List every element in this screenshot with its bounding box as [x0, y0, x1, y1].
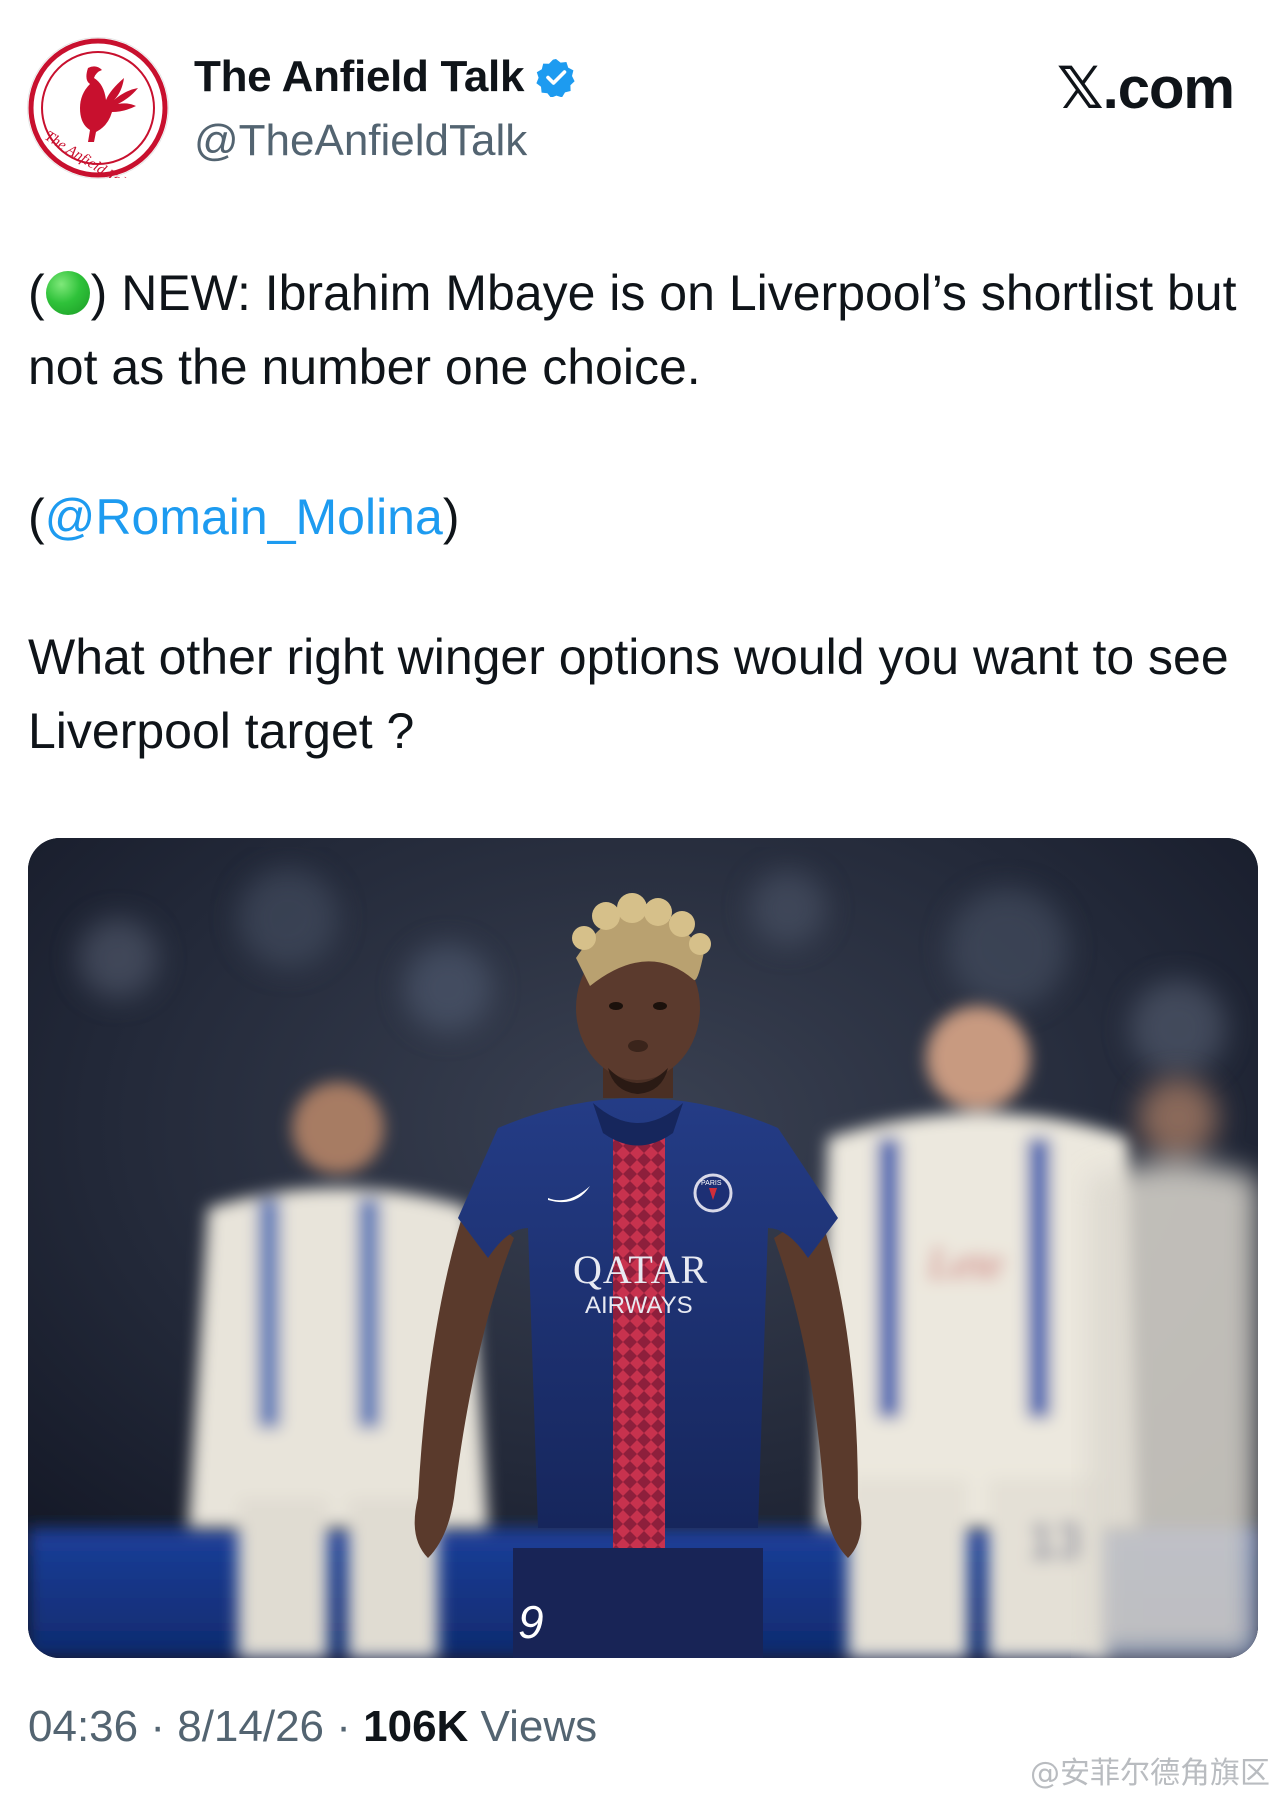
tweet-time[interactable]: 04:36	[28, 1702, 138, 1751]
tweet-text-paragraph-2: (@Romain_Molina)	[28, 480, 1258, 554]
tweet-text-paragraph-1: () NEW: Ibrahim Mbaye is on Liverpool’s …	[28, 256, 1258, 404]
paren-open: (	[28, 265, 45, 321]
views-count[interactable]: 106K	[363, 1702, 468, 1751]
liverbird-icon: The Anfield Talk	[28, 38, 168, 178]
shirt-sponsor-line1: QATAR	[573, 1247, 708, 1292]
tweet-text-paragraph-3: What other right winger options would yo…	[28, 620, 1258, 768]
verified-badge-icon	[536, 57, 576, 97]
tweet-date[interactable]: 8/14/26	[177, 1702, 324, 1751]
club-badge-text: PARIS	[701, 1180, 722, 1187]
mention-link[interactable]: @Romain_Molina	[45, 489, 443, 545]
shirt-sponsor-line2: AIRWAYS	[585, 1292, 693, 1319]
green-circle-icon	[45, 271, 90, 315]
weibo-watermark: @安菲尔德角旗区	[1030, 1756, 1270, 1791]
tweet-photo[interactable]: Lete 13 PARIS QATAR AIRWAYS 9	[28, 838, 1258, 1658]
account-handle[interactable]: @TheAnfieldTalk	[194, 116, 527, 166]
meta-separator: ·	[138, 1702, 178, 1751]
views-label: Views	[468, 1702, 598, 1751]
account-name[interactable]: The Anfield Talk	[194, 52, 576, 102]
paren-open: (	[28, 489, 45, 545]
tweet-meta: 04:36 · 8/14/26 · 106K Views	[28, 1702, 597, 1752]
opponent-sponsor: Lete	[927, 1239, 1004, 1288]
tweet-news-text: ) NEW: Ibrahim Mbaye is on Liverpool’s s…	[28, 265, 1237, 395]
opponent-number: 13	[1028, 1513, 1084, 1569]
avatar[interactable]: The Anfield Talk	[28, 38, 168, 178]
x-logo-brand: 𝕏.com	[1056, 56, 1235, 121]
tweet-question-text: What other right winger options would yo…	[28, 629, 1229, 759]
shirt-number: 9	[518, 1596, 544, 1648]
paren-close: )	[442, 489, 460, 545]
meta-separator: ·	[324, 1702, 364, 1751]
display-name[interactable]: The Anfield Talk	[194, 52, 524, 102]
